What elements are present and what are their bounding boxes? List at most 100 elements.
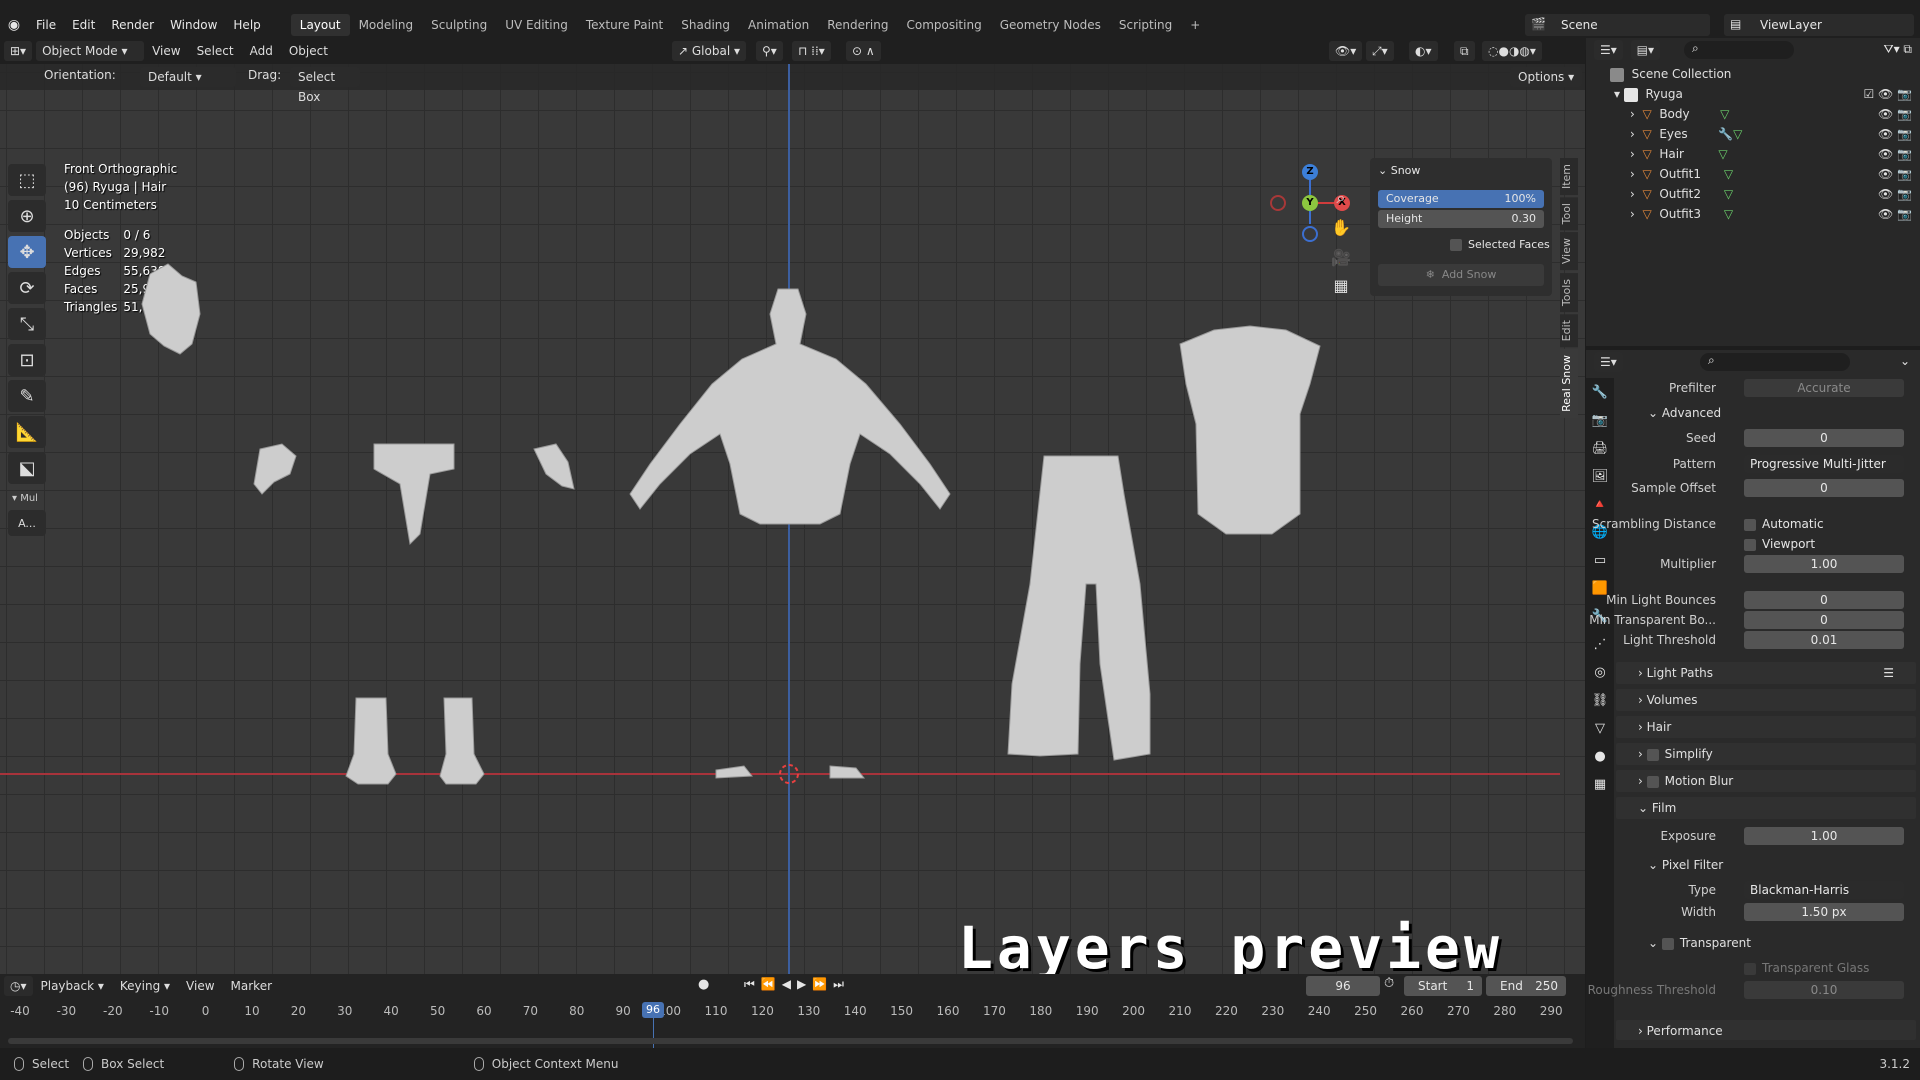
outliner-item-outfit3[interactable]: › ▽ Outfit3 ▽ 👁 📷 [1586, 204, 1920, 224]
tab-modeling[interactable]: Modeling [350, 14, 423, 36]
light-paths-section[interactable]: › Light Paths ☰ [1616, 662, 1916, 684]
snow-panel-header[interactable]: ⌄ Snow [1378, 164, 1420, 177]
tab-real-snow[interactable]: Real Snow [1560, 348, 1578, 418]
physics-tab-icon[interactable]: ◎ [1586, 658, 1614, 686]
motion-blur-section[interactable]: › Motion Blur [1616, 770, 1916, 792]
tab-item[interactable]: Item [1560, 158, 1578, 196]
outliner-item-hair[interactable]: › ▽ Hair ▽ 👁 📷 [1586, 144, 1920, 164]
gizmo-y-icon[interactable]: Y [1302, 195, 1318, 211]
output-tab-icon[interactable]: 🖨 [1586, 434, 1614, 462]
current-frame-field[interactable]: 96 [1306, 976, 1380, 996]
checkbox-icon[interactable] [1646, 748, 1659, 761]
menu-keying[interactable]: Keying ▾ [112, 979, 178, 993]
seed-field[interactable]: 0 [1744, 429, 1904, 447]
tab-tool[interactable]: Tool [1560, 197, 1578, 231]
pivot-icon[interactable]: ⚲▾ [756, 41, 783, 61]
timeline-ruler[interactable]: -40 -30 -20 -10 0 10 20 30 40 50 60 70 80 90 100 110 120… [0, 1000, 1585, 1022]
constraints-tab-icon[interactable]: ⛓ [1586, 686, 1614, 714]
tab-texture-paint[interactable]: Texture Paint [577, 14, 672, 36]
light-threshold-field[interactable]: 0.01 [1744, 631, 1904, 649]
overlays-icon[interactable]: ◐▾ [1409, 41, 1438, 61]
transparent-section[interactable]: ⌄ Transparent [1626, 932, 1920, 954]
tab-shading[interactable]: Shading [672, 14, 739, 36]
tab-layout[interactable]: Layout [290, 14, 350, 36]
timeline-scrollbar[interactable] [8, 1038, 1573, 1044]
proportional-edit-icon[interactable]: ⊙ ∧ [846, 41, 881, 61]
exposure-field[interactable]: 1.00 [1744, 827, 1904, 845]
row-toggles[interactable]: 👁 📷 [1878, 144, 1912, 164]
outliner-item-eyes[interactable]: › ▽ Eyes 🔧▽ 👁 📷 [1586, 124, 1920, 144]
texture-tab-icon[interactable]: ▦ [1586, 770, 1614, 798]
filter-type-dropdown[interactable]: Blackman-Harris [1744, 881, 1904, 899]
view-layer-tab-icon[interactable]: 🖼 [1586, 462, 1614, 490]
xray-icon[interactable]: ⧉ [1454, 41, 1475, 61]
simplify-section[interactable]: › Simplify [1616, 743, 1916, 765]
zoom-icon[interactable]: ⌕ [1330, 188, 1352, 210]
view-layer-selector[interactable]: ▤ ViewLayer [1724, 14, 1914, 36]
performance-section[interactable]: › Performance [1616, 1020, 1916, 1040]
min-transparent-field[interactable]: 0 [1744, 611, 1904, 629]
checkbox-icon[interactable] [1646, 775, 1659, 788]
menu-render[interactable]: Render [103, 14, 162, 36]
selected-faces-checkbox[interactable]: Selected Faces [1450, 238, 1550, 251]
editor-type-button[interactable]: ⊞▾ [4, 41, 33, 61]
material-tab-icon[interactable]: ● [1586, 742, 1614, 770]
menu-window[interactable]: Window [162, 14, 225, 36]
ortho-grid-icon[interactable]: ▦ [1330, 276, 1352, 298]
tab-sculpting[interactable]: Sculpting [422, 14, 496, 36]
row-toggles[interactable]: 👁 📷 [1878, 204, 1912, 224]
list-icon[interactable]: ☰ [1883, 662, 1894, 684]
outliner-search-input[interactable]: ⌕ [1684, 41, 1794, 59]
tab-view[interactable]: View [1560, 232, 1578, 271]
menu-file[interactable]: File [28, 14, 64, 36]
timeline-editor-icon[interactable]: ◷▾ [4, 976, 33, 996]
prefilter-dropdown[interactable]: Accurate [1744, 379, 1904, 397]
menu-add[interactable]: Add [242, 44, 281, 58]
add-workspace-button[interactable]: + [1181, 14, 1209, 36]
pattern-dropdown[interactable]: Progressive Multi-Jitter [1744, 455, 1904, 473]
viewport-checkbox[interactable]: Viewport [1744, 534, 1815, 554]
row-toggles[interactable]: ☑ 👁 📷 [1863, 84, 1912, 104]
3d-viewport[interactable]: Orientation: Default ▾ Drag: Select Box … [0, 64, 1585, 974]
camera-icon[interactable]: 🎥 [1330, 248, 1352, 270]
menu-select[interactable]: Select [189, 44, 242, 58]
shading-modes[interactable]: ◌●◑◍▾ [1482, 41, 1542, 61]
render-tab-icon[interactable]: 📷 [1586, 406, 1614, 434]
roughness-field[interactable]: 0.10 [1744, 981, 1904, 999]
outliner-item-outfit1[interactable]: › ▽ Outfit1 ▽ 👁 📷 [1586, 164, 1920, 184]
tab-scripting[interactable]: Scripting [1110, 14, 1181, 36]
volumes-section[interactable]: › Volumes [1616, 689, 1916, 711]
start-frame-field[interactable]: Start 1 [1404, 976, 1482, 996]
row-toggles[interactable]: 👁 📷 [1878, 184, 1912, 204]
transform-orientation-dropdown[interactable]: ↗ Global ▾ [672, 41, 746, 61]
pan-hand-icon[interactable]: ✋ [1330, 218, 1352, 240]
menu-timeline-view[interactable]: View [178, 979, 222, 993]
scene-selector[interactable]: 🎬 Scene [1525, 14, 1710, 36]
snap-icon[interactable]: ⊓ ⁞⁞▾ [792, 41, 831, 61]
properties-search-input[interactable]: ⌕ [1700, 353, 1850, 371]
visibility-icon[interactable]: 👁▾ [1329, 41, 1363, 61]
gizmo-z-icon[interactable]: Z [1302, 164, 1318, 180]
menu-marker[interactable]: Marker [223, 979, 280, 993]
add-snow-button[interactable]: ❄ Add Snow [1378, 264, 1544, 286]
menu-view[interactable]: View [144, 44, 188, 58]
collection-tab-icon[interactable]: ▭ [1586, 546, 1614, 574]
checkbox-icon[interactable] [1661, 937, 1674, 950]
blender-logo-icon[interactable]: ◉ [0, 17, 28, 33]
row-toggles[interactable]: 👁 📷 [1878, 104, 1912, 124]
gizmo-negx-icon[interactable] [1270, 195, 1286, 211]
stopwatch-icon[interactable]: ⏱ [1384, 976, 1394, 991]
multiplier-field[interactable]: 1.00 [1744, 555, 1904, 573]
tab-compositing[interactable]: Compositing [897, 14, 990, 36]
row-toggles[interactable]: 👁 📷 [1878, 124, 1912, 144]
height-slider[interactable]: Height 0.30 [1378, 210, 1544, 228]
tab-edit[interactable]: Edit [1560, 313, 1578, 347]
menu-object[interactable]: Object [281, 44, 336, 58]
chevron-down-icon[interactable]: ⌄ [1900, 354, 1910, 368]
advanced-section[interactable]: ⌄ Advanced [1626, 402, 1920, 424]
outliner-item-outfit2[interactable]: › ▽ Outfit2 ▽ 👁 📷 [1586, 184, 1920, 204]
data-tab-icon[interactable]: ▽ [1586, 714, 1614, 742]
outliner-item-body[interactable]: › ▽ Body ▽ 👁 📷 [1586, 104, 1920, 124]
coverage-slider[interactable]: Coverage 100% [1378, 190, 1544, 208]
filter-width-field[interactable]: 1.50 px [1744, 903, 1904, 921]
